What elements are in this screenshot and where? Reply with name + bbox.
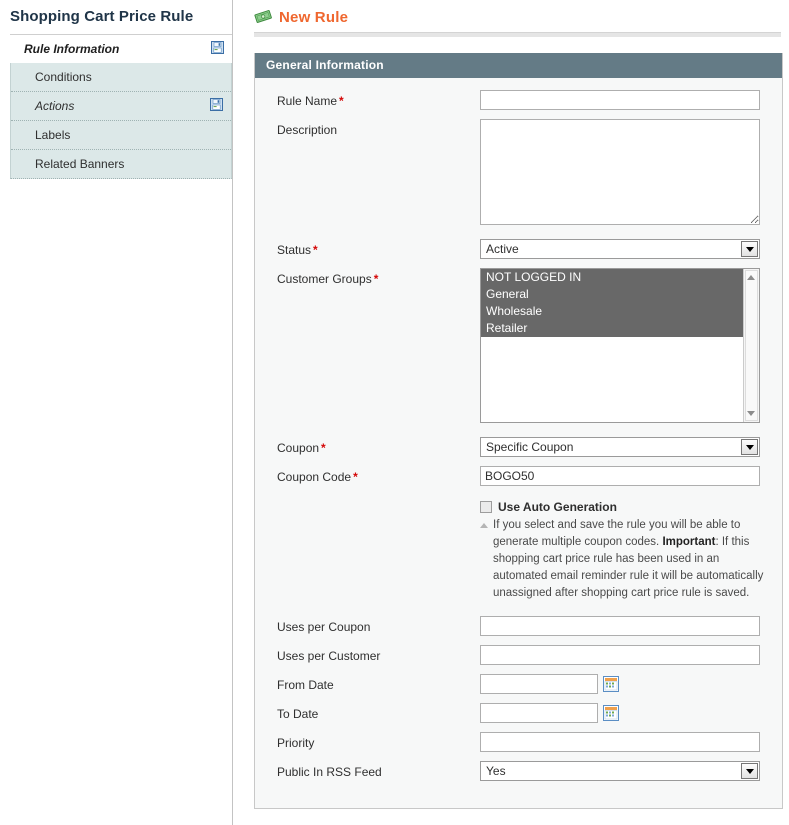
field-row-coupon: Coupon * Specific Coupon	[255, 437, 782, 457]
required-marker: *	[339, 94, 344, 108]
status-select[interactable]: Active	[480, 239, 760, 259]
auto-generation-note: If you select and save the rule you will…	[480, 517, 768, 602]
sidebar-item-related-banners[interactable]: Related Banners	[11, 150, 231, 178]
field-row-customer-groups: Customer Groups * NOT LOGGED IN General W…	[255, 268, 782, 423]
calendar-icon[interactable]	[603, 676, 619, 692]
sidebar-item-label: Rule Information	[24, 42, 120, 56]
general-information-fieldset: General Information Rule Name * Descripti…	[254, 53, 783, 809]
required-marker: *	[321, 441, 326, 455]
label-text: Coupon Code	[277, 470, 352, 484]
page-title: Shopping Cart Price Rule	[10, 8, 194, 25]
calendar-icon[interactable]	[603, 705, 619, 721]
public-rss-label: Public In RSS Feed	[277, 765, 382, 779]
header-divider	[254, 32, 781, 38]
uses-per-coupon-label: Uses per Coupon	[277, 620, 371, 634]
customer-groups-scrollbar[interactable]	[743, 269, 759, 422]
coupon-selected-value: Specific Coupon	[486, 440, 574, 454]
save-icon	[211, 41, 224, 54]
priority-input[interactable]	[480, 732, 760, 752]
required-marker: *	[373, 272, 379, 286]
auto-generation-checkbox-row[interactable]: Use Auto Generation	[480, 500, 768, 514]
sidebar-item-label: Labels	[35, 128, 71, 142]
sidebar: Shopping Cart Price Rule Rule Informatio…	[0, 0, 233, 825]
note-text: If you select and save the rule you will…	[493, 517, 768, 602]
required-marker: *	[313, 243, 318, 257]
field-row-uses-per-customer: Uses per Customer	[255, 645, 782, 665]
note-important-label: Important	[662, 536, 716, 548]
scroll-down-arrow-icon[interactable]	[747, 411, 755, 416]
label-text: Coupon	[277, 441, 320, 455]
status-selected-value: Active	[486, 242, 519, 256]
coupon-code-input[interactable]	[480, 466, 760, 486]
chevron-down-icon[interactable]	[741, 439, 758, 455]
field-row-uses-per-coupon: Uses per Coupon	[255, 616, 782, 636]
sidebar-item-rule-information[interactable]: Rule Information	[0, 35, 232, 63]
field-row-status: Status * Active	[255, 239, 782, 259]
field-row-priority: Priority	[255, 732, 782, 752]
customer-groups-multiselect[interactable]: NOT LOGGED IN General Wholesale Retailer	[480, 268, 760, 423]
chevron-down-icon[interactable]	[741, 241, 758, 257]
page-heading: New Rule	[279, 8, 349, 26]
status-label: Status *	[277, 239, 480, 257]
sidebar-item-label: Actions	[35, 99, 75, 113]
sidebar-item-labels[interactable]: Labels	[11, 121, 231, 150]
from-date-input[interactable]	[480, 674, 598, 694]
option-wholesale[interactable]: Wholesale	[481, 303, 759, 320]
auto-generation-checkbox[interactable]	[480, 501, 492, 513]
auto-generation-label: Use Auto Generation	[498, 500, 617, 514]
uses-per-customer-input[interactable]	[480, 645, 760, 665]
description-label: Description	[277, 123, 338, 137]
option-general[interactable]: General	[481, 286, 759, 303]
sidebar-tab-group: Conditions Actions Labels Related Banner…	[10, 63, 232, 179]
from-date-label: From Date	[277, 678, 334, 692]
field-row-description: Description	[255, 119, 782, 225]
field-row-to-date: To Date	[255, 703, 782, 723]
auto-generation-spacer	[277, 495, 480, 499]
to-date-input[interactable]	[480, 703, 598, 723]
public-rss-selected-value: Yes	[486, 764, 506, 778]
sidebar-item-label: Conditions	[35, 70, 92, 84]
page-root: Shopping Cart Price Rule Rule Informatio…	[0, 0, 789, 825]
rule-name-label: Rule Name *	[277, 90, 480, 108]
save-icon	[210, 98, 223, 111]
label-text: Status	[277, 243, 312, 257]
coupon-label: Coupon *	[277, 437, 480, 455]
chevron-down-icon[interactable]	[741, 763, 758, 779]
page-header: New Rule	[234, 0, 789, 28]
coupon-code-label: Coupon Code *	[277, 466, 480, 484]
field-row-auto-generation: Use Auto Generation If you select and sa…	[255, 495, 782, 602]
description-textarea[interactable]	[480, 119, 760, 225]
fieldset-body: Rule Name * Description Status * Active …	[255, 78, 782, 808]
public-rss-select[interactable]: Yes	[480, 761, 760, 781]
sidebar-item-actions[interactable]: Actions	[11, 92, 231, 121]
label-text: Rule Name	[277, 94, 338, 108]
uses-per-customer-label: Uses per Customer	[277, 649, 381, 663]
money-tag-icon	[254, 7, 272, 28]
note-arrow-icon	[480, 523, 488, 528]
rule-name-input[interactable]	[480, 90, 760, 110]
fieldset-legend: General Information	[255, 53, 782, 78]
option-not-logged-in[interactable]: NOT LOGGED IN	[481, 269, 759, 286]
field-row-from-date: From Date	[255, 674, 782, 694]
priority-label: Priority	[277, 736, 315, 750]
uses-per-coupon-input[interactable]	[480, 616, 760, 636]
label-text: Customer Groups	[277, 272, 372, 286]
to-date-label: To Date	[277, 707, 319, 721]
field-row-public-rss: Public In RSS Feed Yes	[255, 761, 782, 781]
field-row-coupon-code: Coupon Code *	[255, 466, 782, 486]
sidebar-item-conditions[interactable]: Conditions	[11, 63, 231, 92]
main-content: New Rule General Information Rule Name * …	[234, 0, 789, 825]
option-retailer[interactable]: Retailer	[481, 320, 759, 337]
required-marker: *	[353, 470, 358, 484]
sidebar-item-label: Related Banners	[35, 157, 125, 171]
scroll-up-arrow-icon[interactable]	[747, 275, 755, 280]
customer-groups-label: Customer Groups *	[277, 268, 480, 286]
field-row-rule-name: Rule Name *	[255, 90, 782, 110]
coupon-select[interactable]: Specific Coupon	[480, 437, 760, 457]
